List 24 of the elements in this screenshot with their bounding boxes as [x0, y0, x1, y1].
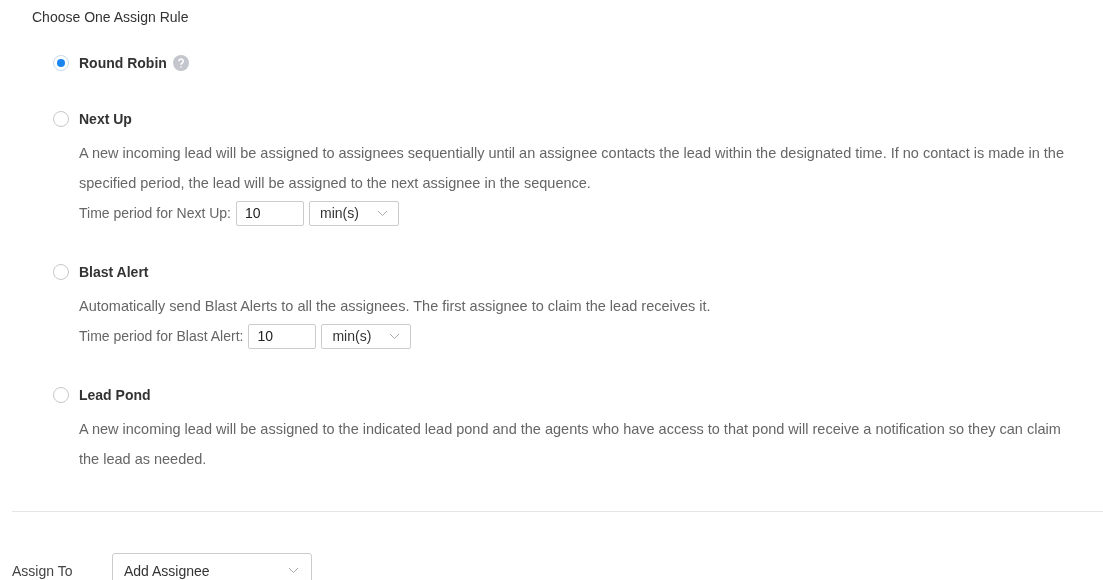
- section-heading: Choose One Assign Rule: [32, 8, 190, 26]
- rule-label: Round Robin: [79, 55, 167, 71]
- unit-dropdown[interactable]: min(s): [309, 200, 399, 226]
- time-period-label: Time period for Blast Alert:: [79, 328, 244, 344]
- time-period-label: Time period for Next Up:: [79, 205, 231, 221]
- assignee-dropdown[interactable]: Add Assignee: [112, 553, 312, 580]
- help-icon[interactable]: [172, 55, 189, 71]
- radio-button[interactable]: [53, 387, 69, 403]
- radio-button[interactable]: [53, 264, 69, 280]
- time-period-field[interactable]: 10: [248, 323, 317, 349]
- radio-button[interactable]: [53, 111, 69, 127]
- assign-to-label: Assign To: [12, 562, 74, 579]
- time-period-field[interactable]: 10: [236, 200, 304, 226]
- rule-label: Lead Pond: [79, 387, 151, 403]
- rule-description: A new incoming lead will be assigned to the indicated lead pond and the agents who have access to that pond will receive a notification so they can claim the lead as needed.: [79, 420, 1062, 469]
- chevron-down-icon: [288, 567, 299, 574]
- rule-label: Blast Alert: [79, 264, 149, 280]
- unit-dropdown[interactable]: min(s): [321, 323, 412, 349]
- rule-description: Automatically send Blast Alerts to all the assignees. The first assignee to claim the lead receives it.: [79, 297, 712, 316]
- chevron-down-icon: [389, 332, 401, 340]
- chevron-down-icon: [377, 209, 388, 217]
- rule-description: A new incoming lead will be assigned to assignees sequentially until an assignee contacts the lead within the designated time. If no contact is made in the specified period, the lead will be assigned to the next assignee in the sequence.: [79, 144, 1065, 193]
- rule-label: Next Up: [79, 111, 132, 127]
- radio-button[interactable]: [53, 55, 69, 71]
